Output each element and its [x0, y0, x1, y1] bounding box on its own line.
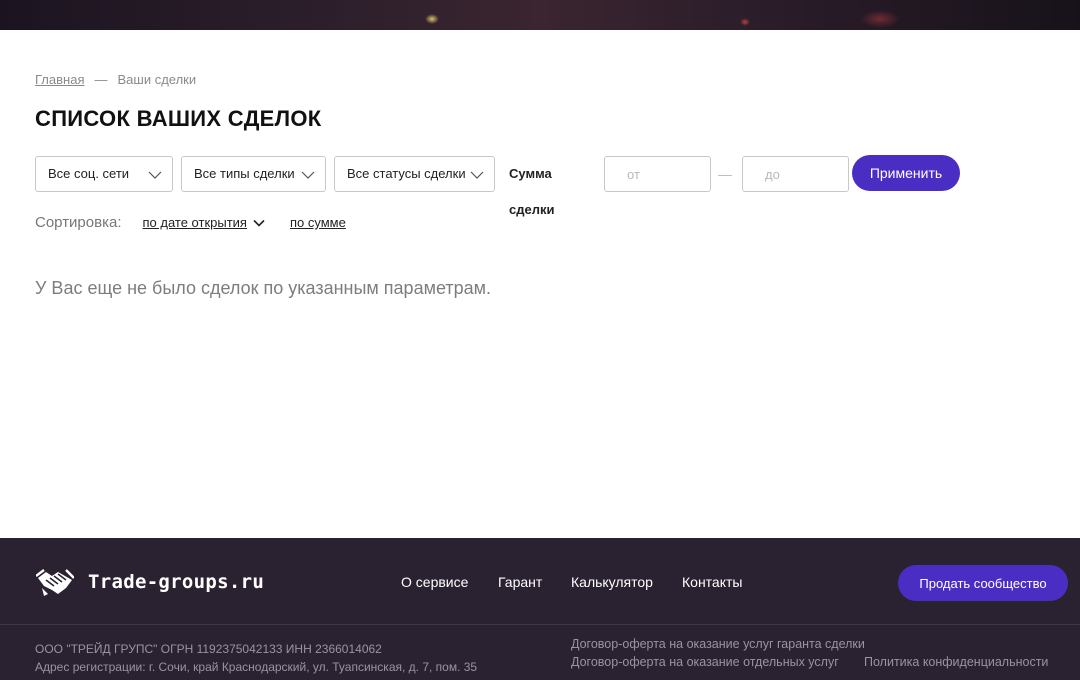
breadcrumb: Главная — Ваши сделки	[35, 72, 196, 87]
logo-text: Trade-groups.ru	[88, 571, 265, 593]
sort-label: Сортировка:	[35, 214, 122, 231]
sum-to-input[interactable]	[742, 156, 849, 192]
company-details: ООО "ТРЕЙД ГРУПС" ОГРН 1192375042133 ИНН…	[35, 642, 382, 656]
social-network-select-value: Все соц. сети	[48, 166, 130, 181]
sell-community-button[interactable]: Продать сообщество	[898, 565, 1068, 601]
legal-info: ООО "ТРЕЙД ГРУПС" ОГРН 1192375042133 ИНН…	[35, 640, 477, 676]
page-title: СПИСОК ВАШИХ СДЕЛОК	[35, 106, 322, 131]
deal-status-select-value: Все статусы сделки	[347, 166, 466, 181]
footer-nav-contacts[interactable]: Контакты	[682, 574, 742, 590]
privacy-policy-link[interactable]: Политика конфиденциальности	[864, 655, 1048, 669]
footer: Trade-groups.ru О сервисе Гарант Калькул…	[0, 538, 1080, 680]
guarantee-offer-link[interactable]: Договор-оферта на оказание услуг гаранта…	[571, 637, 865, 651]
footer-nav-about[interactable]: О сервисе	[401, 574, 468, 590]
chevron-down-icon	[148, 171, 162, 179]
breadcrumb-current: Ваши сделки	[117, 72, 197, 87]
breadcrumb-home-link[interactable]: Главная	[35, 72, 84, 87]
chevron-down-icon	[301, 171, 315, 179]
deal-status-select[interactable]: Все статусы сделки	[334, 156, 495, 192]
footer-divider	[0, 624, 1080, 625]
footer-nav-calculator[interactable]: Калькулятор	[571, 574, 653, 590]
range-dash: —	[718, 166, 732, 182]
top-banner-image	[0, 0, 1080, 30]
apply-button[interactable]: Применить	[852, 155, 960, 191]
handshake-logo-icon	[36, 569, 74, 596]
services-offer-link[interactable]: Договор-оферта на оказание отдельных усл…	[571, 655, 839, 669]
sort-by-date-link[interactable]: по дате открытия	[143, 215, 247, 230]
footer-logo[interactable]: Trade-groups.ru	[36, 566, 264, 598]
registration-address: Адрес регистрации: г. Сочи, край Краснод…	[35, 660, 478, 674]
deal-sum-label: Сумма сделки	[509, 166, 555, 217]
social-network-select[interactable]: Все соц. сети	[35, 156, 173, 192]
deal-type-select[interactable]: Все типы сделки	[181, 156, 326, 192]
deal-type-select-value: Все типы сделки	[194, 166, 295, 181]
empty-state-message: У Вас еще не было сделок по указанным па…	[35, 278, 492, 298]
chevron-down-icon	[470, 171, 484, 179]
breadcrumb-separator: —	[94, 72, 108, 87]
sum-from-input[interactable]	[604, 156, 711, 192]
sort-row: Сортировка: по дате открытия по сумме	[35, 214, 346, 231]
footer-nav-guarantee[interactable]: Гарант	[498, 574, 542, 590]
sort-by-sum-link[interactable]: по сумме	[290, 215, 346, 230]
chevron-down-icon[interactable]	[253, 217, 265, 229]
